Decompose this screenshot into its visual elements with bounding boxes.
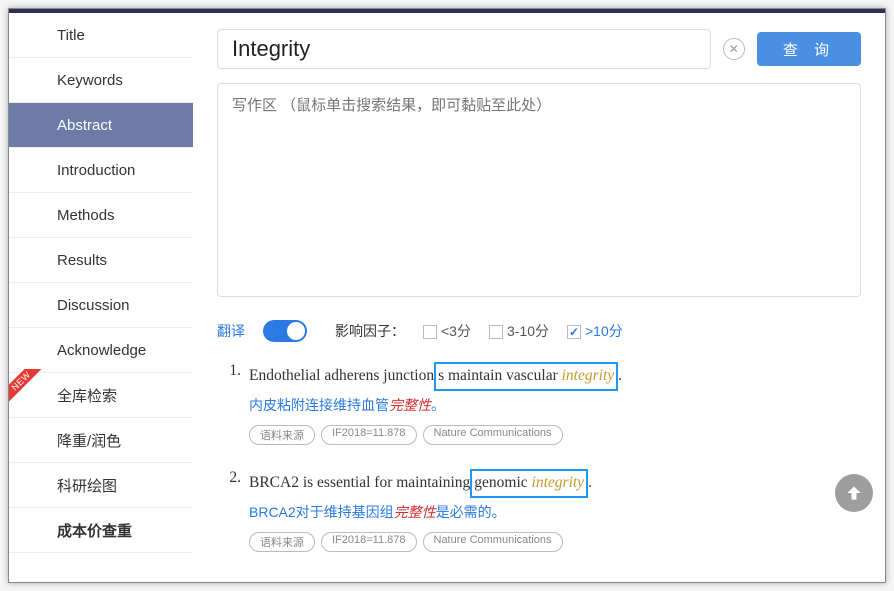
- result-en-sentence: BRCA2 is essential for maintaining genom…: [249, 469, 861, 498]
- sidebar-item-acknowledge[interactable]: Acknowledge: [9, 328, 193, 373]
- search-row: ✕ 查 询: [217, 29, 861, 69]
- keyword-zh: 完整性: [394, 504, 436, 520]
- checkbox-label: >10分: [585, 323, 623, 339]
- sidebar-item-keywords[interactable]: Keywords: [9, 58, 193, 103]
- results-list: 1. Endothelial adherens junctions mainta…: [217, 362, 861, 552]
- arrow-up-icon: [844, 483, 864, 503]
- checkbox-icon: [423, 325, 437, 339]
- checkbox-label: <3分: [441, 323, 471, 339]
- result-number: 2.: [217, 469, 241, 552]
- result-item[interactable]: 2. BRCA2 is essential for maintaining ge…: [217, 469, 861, 552]
- sidebar-item-fulltext-search[interactable]: NEW 全库检索: [9, 373, 193, 418]
- search-input[interactable]: [217, 29, 711, 69]
- layout: Title Keywords Abstract Introduction Met…: [9, 13, 885, 582]
- if-option-gt10[interactable]: >10分: [567, 321, 623, 341]
- result-zh-sentence: BRCA2对于维持基因组完整性是必需的。: [249, 502, 861, 522]
- sidebar-item-plagiarism[interactable]: 成本价查重: [9, 508, 193, 553]
- keyword: integrity: [532, 474, 585, 491]
- translate-label: 翻译: [217, 321, 245, 341]
- sidebar-item-abstract[interactable]: Abstract: [9, 103, 193, 148]
- sidebar-item-label: Results: [57, 252, 107, 269]
- sidebar-item-discussion[interactable]: Discussion: [9, 283, 193, 328]
- sidebar-item-label: Title: [57, 27, 85, 44]
- tag-journal[interactable]: Nature Communications: [423, 532, 563, 552]
- sidebar-item-label: Abstract: [57, 117, 112, 134]
- checkbox-icon: [489, 325, 503, 339]
- sidebar-item-label: 成本价查重: [57, 520, 132, 541]
- new-badge: NEW: [8, 369, 41, 405]
- sidebar: Title Keywords Abstract Introduction Met…: [9, 13, 193, 582]
- sidebar-item-methods[interactable]: Methods: [9, 193, 193, 238]
- highlight-box: s maintain vascular integrity: [434, 362, 618, 391]
- tag-if[interactable]: IF2018=11.878: [321, 425, 417, 445]
- sidebar-item-label: Methods: [57, 207, 115, 224]
- clear-button[interactable]: ✕: [723, 38, 745, 60]
- query-button[interactable]: 查 询: [757, 32, 861, 66]
- result-tags: 语料来源 IF2018=11.878 Nature Communications: [249, 425, 861, 445]
- sidebar-item-results[interactable]: Results: [9, 238, 193, 283]
- tag-if[interactable]: IF2018=11.878: [321, 532, 417, 552]
- sidebar-item-research-draw[interactable]: 科研绘图: [9, 463, 193, 508]
- if-option-3to10[interactable]: 3-10分: [489, 321, 549, 341]
- sidebar-item-introduction[interactable]: Introduction: [9, 148, 193, 193]
- app-window: Title Keywords Abstract Introduction Met…: [8, 8, 886, 583]
- keyword-zh: 完整性: [389, 397, 431, 413]
- result-en-sentence: Endothelial adherens junctions maintain …: [249, 362, 861, 391]
- impact-factor-label: 影响因子：: [335, 321, 405, 341]
- sidebar-item-label: 降重/润色: [57, 430, 121, 451]
- result-number: 1.: [217, 362, 241, 445]
- scroll-top-button[interactable]: [835, 474, 873, 512]
- highlight-box: genomic integrity: [470, 469, 588, 498]
- if-option-lt3[interactable]: <3分: [423, 321, 471, 341]
- keyword: integrity: [562, 367, 615, 384]
- result-zh-sentence: 内皮粘附连接维持血管完整性。: [249, 395, 861, 415]
- result-item[interactable]: 1. Endothelial adherens junctions mainta…: [217, 362, 861, 445]
- translate-toggle[interactable]: [263, 320, 307, 342]
- main-panel: ✕ 查 询 翻译 影响因子： <3分 3-10分 >10分 1.: [193, 13, 885, 582]
- sidebar-item-label: 科研绘图: [57, 475, 117, 496]
- result-tags: 语料来源 IF2018=11.878 Nature Communications: [249, 532, 861, 552]
- checkbox-icon: [567, 325, 581, 339]
- sidebar-item-label: Discussion: [57, 297, 130, 314]
- filter-row: 翻译 影响因子： <3分 3-10分 >10分: [217, 320, 861, 342]
- tag-source[interactable]: 语料来源: [249, 425, 315, 445]
- tag-journal[interactable]: Nature Communications: [423, 425, 563, 445]
- toggle-knob: [287, 322, 305, 340]
- sidebar-item-label: 全库检索: [57, 385, 117, 406]
- close-icon: ✕: [729, 42, 739, 56]
- sidebar-item-label: Keywords: [57, 72, 123, 89]
- sidebar-item-title[interactable]: Title: [9, 13, 193, 58]
- sidebar-item-rewrite[interactable]: 降重/润色: [9, 418, 193, 463]
- checkbox-label: 3-10分: [507, 323, 549, 339]
- tag-source[interactable]: 语料来源: [249, 532, 315, 552]
- sidebar-item-label: Introduction: [57, 162, 135, 179]
- sidebar-item-label: Acknowledge: [57, 342, 146, 359]
- write-area[interactable]: [217, 83, 861, 297]
